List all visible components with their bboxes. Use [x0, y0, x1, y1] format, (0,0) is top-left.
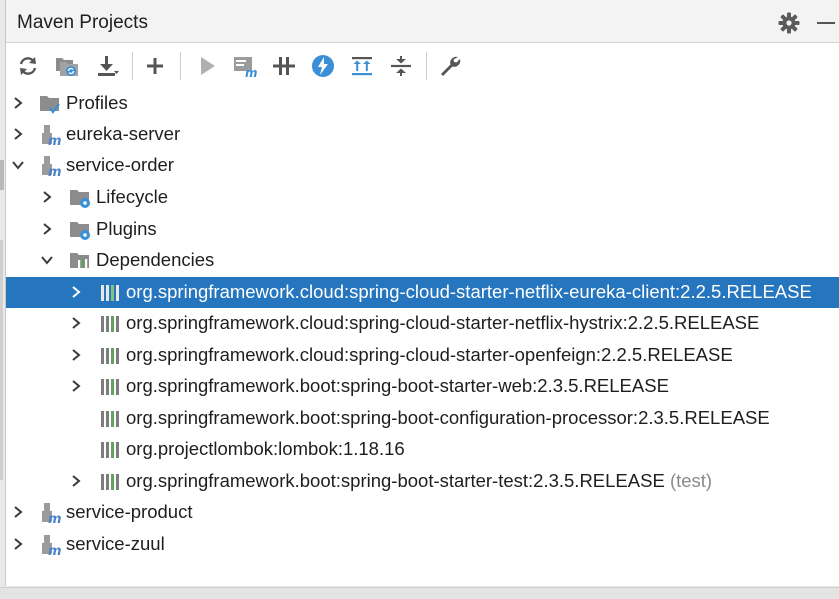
chevron-right-icon[interactable]	[11, 537, 25, 551]
chevron-right-icon[interactable]	[40, 222, 54, 236]
profiles-folder-icon	[40, 96, 60, 114]
dependency-label: org.projectlombok:lombok:1.18.16	[126, 438, 405, 459]
dependency-label: org.springframework.cloud:spring-cloud-s…	[126, 344, 733, 365]
chevron-right-icon[interactable]	[69, 474, 83, 488]
dependency-row[interactable]: org.projectlombok:lombok:1.18.16	[6, 434, 839, 465]
chevron-down-icon[interactable]	[40, 253, 54, 267]
chevron-right-icon[interactable]	[40, 190, 54, 204]
panel-title: Maven Projects	[17, 12, 148, 33]
chevron-right-icon[interactable]	[11, 127, 25, 141]
tree-label: Dependencies	[96, 249, 215, 270]
tree-row-plugins[interactable]: Plugins	[6, 214, 839, 245]
library-icon	[101, 442, 119, 458]
folders-refresh-icon[interactable]	[55, 54, 79, 78]
library-icon	[101, 379, 119, 395]
library-icon	[101, 411, 119, 427]
tree-label: Lifecycle	[96, 186, 168, 207]
chevron-right-icon[interactable]	[69, 316, 83, 330]
tree-label: service-product	[66, 501, 193, 522]
scope-label: (test)	[669, 470, 713, 491]
chevron-right-icon[interactable]	[11, 505, 25, 519]
toolbar-separator	[426, 52, 427, 80]
plugins-folder-icon	[70, 222, 90, 240]
tree-row-profiles[interactable]: Profiles	[6, 88, 839, 119]
dependency-label: org.springframework.cloud:spring-cloud-s…	[126, 281, 812, 302]
maven-goal-icon[interactable]: m	[233, 54, 257, 78]
left-splitter-track	[0, 240, 3, 480]
tree-row-service-product[interactable]: m service-product	[6, 497, 839, 528]
svg-text:m: m	[48, 165, 62, 177]
dependencies-folder-icon	[70, 253, 89, 268]
tree-label: service-zuul	[66, 533, 165, 554]
tree-row-lifecycle[interactable]: Lifecycle	[6, 182, 839, 213]
plus-icon[interactable]	[143, 54, 167, 78]
dependency-label: org.springframework.boot:spring-boot-sta…	[126, 470, 712, 492]
wrench-icon[interactable]	[438, 54, 462, 78]
tree-label: Profiles	[66, 92, 128, 113]
toolbar-separator	[180, 52, 181, 80]
download-icon[interactable]	[95, 54, 119, 78]
left-splitter-mark	[0, 160, 4, 190]
dependency-row[interactable]: org.springframework.cloud:spring-cloud-s…	[6, 308, 839, 339]
dependency-label: org.springframework.cloud:spring-cloud-s…	[126, 312, 760, 333]
svg-text:m: m	[48, 544, 62, 556]
collapse-all-icon[interactable]	[389, 54, 413, 78]
maven-folder-icon: m	[42, 156, 62, 177]
dependency-label: org.springframework.boot:spring-boot-con…	[126, 407, 770, 428]
tree-label: service-order	[66, 154, 174, 175]
tree-row-dependencies[interactable]: Dependencies	[6, 245, 839, 276]
dependency-row[interactable]: org.springframework.boot:spring-boot-sta…	[6, 371, 839, 402]
dependency-row[interactable]: org.springframework.cloud:spring-cloud-s…	[6, 277, 839, 308]
chevron-right-icon[interactable]	[69, 379, 83, 393]
svg-text:m: m	[48, 134, 62, 146]
maven-folder-icon: m	[42, 503, 62, 524]
toolbar-separator	[132, 52, 133, 80]
library-icon	[101, 316, 119, 332]
toolbar: m	[6, 43, 839, 89]
tree-row-service-zuul[interactable]: m service-zuul	[6, 529, 839, 560]
panel-title-bar: Maven Projects	[6, 0, 839, 43]
maven-folder-icon: m	[42, 125, 62, 146]
tree-row-service-order[interactable]: m service-order	[6, 150, 839, 181]
offline-icon[interactable]	[272, 54, 296, 78]
maven-folder-icon: m	[42, 535, 62, 556]
chevron-down-icon[interactable]	[11, 158, 25, 172]
library-icon	[101, 285, 119, 301]
dependency-label: org.springframework.boot:spring-boot-sta…	[126, 375, 669, 396]
tree-label: eureka-server	[66, 123, 181, 144]
bottom-status-strip	[0, 587, 839, 599]
dependency-row[interactable]: org.springframework.cloud:spring-cloud-s…	[6, 340, 839, 371]
play-icon[interactable]	[195, 54, 219, 78]
refresh-icon[interactable]	[16, 54, 40, 78]
chevron-right-icon[interactable]	[69, 285, 83, 299]
library-icon	[101, 474, 119, 490]
gear-icon[interactable]	[778, 12, 800, 34]
lightning-icon[interactable]	[311, 54, 335, 78]
chevron-right-icon[interactable]	[11, 96, 25, 110]
minimize-icon[interactable]	[817, 22, 835, 24]
chevron-right-icon[interactable]	[69, 348, 83, 362]
svg-text:m: m	[48, 512, 62, 524]
svg-text:m: m	[245, 66, 257, 78]
tree-label: Plugins	[96, 218, 157, 239]
expand-all-icon[interactable]	[350, 54, 374, 78]
dependency-coordinates: org.springframework.boot:spring-boot-sta…	[126, 470, 665, 491]
library-icon	[101, 348, 119, 364]
tree-row-eureka-server[interactable]: m eureka-server	[6, 119, 839, 150]
dependency-row[interactable]: org.springframework.boot:spring-boot-con…	[6, 403, 839, 434]
maven-projects-panel: Maven Projects m Profiles m eureka-serve…	[5, 0, 839, 586]
lifecycle-folder-icon	[70, 190, 90, 208]
dependency-row[interactable]: org.springframework.boot:spring-boot-sta…	[6, 466, 839, 497]
